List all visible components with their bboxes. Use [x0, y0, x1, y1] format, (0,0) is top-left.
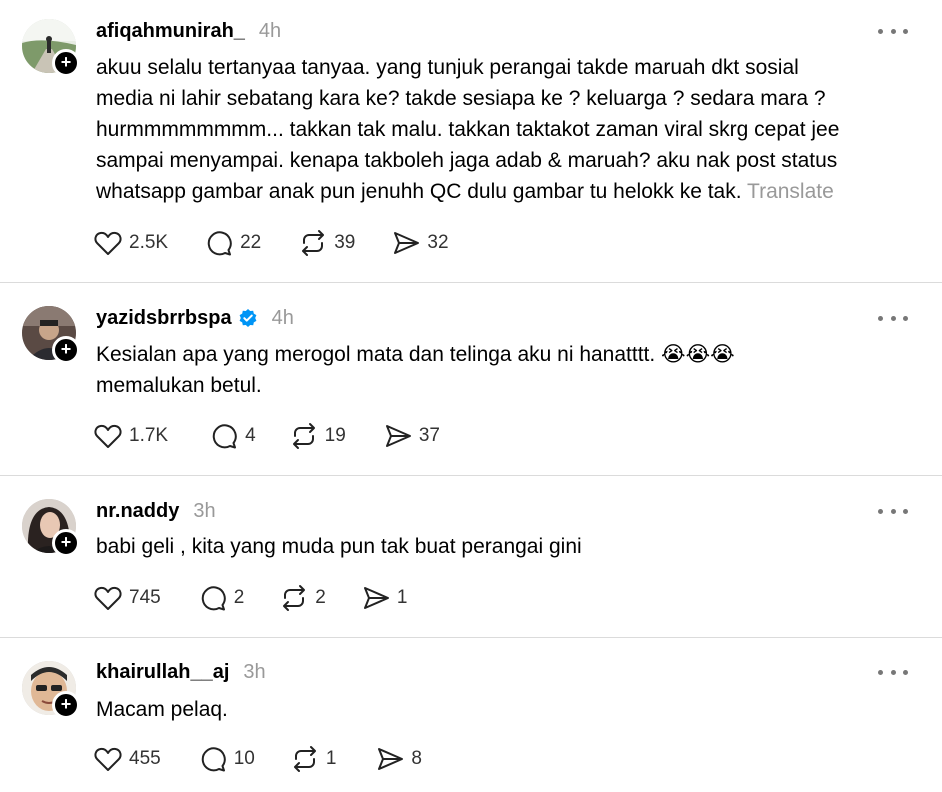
like-button[interactable]: 455 [94, 746, 161, 772]
like-count: 2.5K [129, 232, 169, 253]
timestamp: 3h [193, 499, 216, 522]
post-actions: 2.5K 22 39 32 [94, 228, 449, 258]
follow-button[interactable]: + [52, 691, 80, 719]
repost-count: 2 [315, 587, 326, 608]
post: + afiqahmunirah_ 4h akuu selalu tertanya… [0, 0, 942, 283]
post-actions: 745 2 2 1 [94, 583, 407, 613]
share-button[interactable]: 8 [376, 746, 422, 772]
like-count: 455 [129, 748, 161, 769]
repost-count: 39 [334, 232, 356, 253]
avatar[interactable]: + [22, 306, 80, 364]
share-button[interactable]: 1 [362, 585, 408, 611]
follow-button[interactable]: + [52, 529, 80, 557]
send-icon [385, 425, 411, 447]
heart-icon [94, 231, 122, 255]
repost-icon [302, 230, 325, 256]
post-header: yazidsbrrbspa 4h [96, 305, 294, 331]
comment-icon [201, 747, 226, 772]
comment-icon [207, 231, 232, 256]
share-count: 37 [418, 425, 440, 446]
repost-button[interactable]: 2 [280, 584, 326, 612]
post-body: akuu selalu tertanyaa tanyaa. yang tunju… [96, 56, 840, 203]
post-header: afiqahmunirah_ 4h [96, 18, 281, 44]
reply-button[interactable]: 4 [210, 422, 256, 450]
share-button[interactable]: 32 [392, 230, 449, 256]
share-count: 8 [411, 748, 422, 769]
avatar[interactable]: + [22, 19, 80, 77]
timestamp: 4h [271, 306, 294, 329]
repost-icon [283, 585, 306, 611]
heart-icon [94, 586, 122, 610]
more-horizontal-icon [878, 508, 883, 514]
more-options-button[interactable] [878, 662, 908, 682]
repost-button[interactable]: 39 [299, 229, 355, 257]
repost-button[interactable]: 19 [290, 422, 346, 450]
like-button[interactable]: 745 [94, 585, 161, 611]
threads-feed: + afiqahmunirah_ 4h akuu selalu tertanya… [0, 0, 942, 792]
reply-count: 4 [245, 425, 256, 446]
like-button[interactable]: 2.5K [94, 230, 168, 256]
share-count: 1 [396, 587, 408, 608]
like-count: 745 [129, 587, 161, 608]
post: + nr.naddy 3h babi geli , kita yang muda… [0, 476, 942, 638]
username[interactable]: khairullah__aj [96, 661, 229, 684]
repost-icon [293, 746, 316, 772]
more-options-button[interactable] [878, 501, 908, 521]
username[interactable]: nr.naddy [96, 500, 179, 523]
repost-count: 1 [325, 748, 337, 769]
reply-button[interactable]: 22 [205, 229, 261, 257]
more-horizontal-icon [878, 315, 883, 321]
reply-count: 2 [233, 587, 245, 608]
translate-link[interactable]: Translate [747, 180, 834, 203]
send-icon [378, 748, 404, 770]
send-icon [394, 232, 420, 254]
more-options-button[interactable] [878, 308, 908, 328]
repost-button[interactable]: 1 [291, 745, 337, 773]
like-count: 1.7K [129, 425, 169, 446]
post-header: nr.naddy 3h [96, 498, 216, 524]
username[interactable]: yazidsbrrbspa [96, 307, 232, 330]
plus-icon: + [60, 339, 72, 359]
timestamp: 3h [243, 660, 266, 683]
reply-count: 10 [233, 748, 255, 769]
post-text: babi geli , kita yang muda pun tak buat … [96, 535, 582, 558]
post-actions: 455 10 1 8 [94, 744, 422, 774]
follow-button[interactable]: + [52, 49, 80, 77]
plus-icon: + [60, 52, 72, 72]
more-horizontal-icon [878, 669, 883, 675]
avatar[interactable]: + [22, 499, 80, 557]
timestamp: 4h [258, 19, 282, 42]
reply-button[interactable]: 10 [199, 745, 255, 773]
avatar[interactable]: + [22, 661, 80, 719]
heart-icon [94, 424, 122, 448]
post: + yazidsbrrbspa 4h Kesialan apa yang mer… [0, 283, 942, 476]
post: + khairullah__aj 3h Macam pelaq. 455 10 … [0, 638, 942, 792]
more-horizontal-icon [878, 28, 883, 34]
post-text: akuu selalu tertanyaa tanyaa. yang tunju… [96, 52, 916, 207]
comment-icon [201, 586, 226, 611]
verified-badge-icon [239, 309, 257, 327]
repost-count: 19 [324, 425, 346, 446]
more-options-button[interactable] [878, 21, 908, 41]
follow-button[interactable]: + [52, 336, 80, 364]
plus-icon: + [60, 694, 72, 714]
post-text: Kesialan apa yang merogol mata dan telin… [96, 343, 735, 397]
share-button[interactable]: 37 [384, 423, 440, 449]
plus-icon: + [60, 532, 72, 552]
post-actions: 1.7K 4 19 37 [94, 421, 440, 451]
reply-button[interactable]: 2 [199, 584, 245, 612]
reply-count: 22 [240, 232, 262, 253]
like-button[interactable]: 1.7K [94, 423, 168, 449]
send-icon [363, 587, 389, 609]
heart-icon [94, 747, 122, 771]
username[interactable]: afiqahmunirah_ [96, 20, 245, 43]
post-text: Macam pelaq. [96, 698, 228, 721]
share-count: 32 [427, 232, 449, 253]
post-header: khairullah__aj 3h [96, 659, 266, 685]
comment-icon [212, 424, 237, 449]
repost-icon [292, 423, 315, 449]
